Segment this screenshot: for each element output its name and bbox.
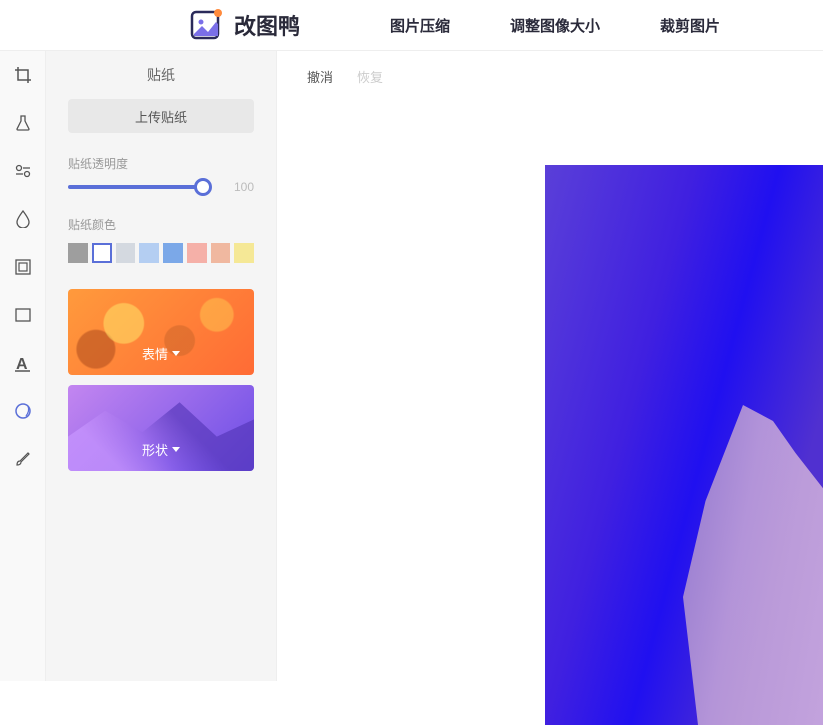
color-label: 贴纸颜色 — [68, 216, 254, 233]
chevron-down-icon — [172, 351, 180, 356]
image-subject — [683, 405, 823, 725]
swatch-lightblue[interactable] — [139, 243, 159, 263]
main: A 贴纸 上传贴纸 贴纸透明度 100 贴纸颜色 — [0, 51, 823, 681]
logo[interactable]: 改图鸭 — [190, 8, 300, 42]
category-emoji-label: 表情 — [142, 344, 180, 363]
swatch-white[interactable] — [92, 243, 112, 263]
opacity-control: 100 — [68, 180, 254, 194]
category-emoji[interactable]: 表情 — [68, 289, 254, 375]
sticker-icon[interactable] — [13, 401, 33, 421]
adjust-icon[interactable] — [13, 161, 33, 181]
category-shape-label: 形状 — [142, 440, 180, 459]
chevron-down-icon — [172, 447, 180, 452]
swatch-yellow[interactable] — [234, 243, 254, 263]
opacity-value: 100 — [218, 180, 254, 194]
upload-sticker-button[interactable]: 上传贴纸 — [68, 99, 254, 133]
nav-resize[interactable]: 调整图像大小 — [510, 15, 600, 36]
crop-icon[interactable] — [13, 65, 33, 85]
category-emoji-text: 表情 — [142, 344, 168, 363]
canvas-image[interactable] — [545, 165, 823, 725]
flask-icon[interactable] — [13, 113, 33, 133]
swatch-lightgray[interactable] — [116, 243, 136, 263]
brush-icon[interactable] — [13, 449, 33, 469]
nav-crop[interactable]: 裁剪图片 — [660, 15, 720, 36]
swatch-pink[interactable] — [187, 243, 207, 263]
drop-icon[interactable] — [13, 209, 33, 229]
text-icon[interactable]: A — [13, 353, 33, 373]
undo-button[interactable]: 撤消 — [307, 67, 333, 86]
nav-items: 图片压缩 调整图像大小 裁剪图片 — [390, 15, 720, 36]
frame-icon[interactable] — [13, 257, 33, 277]
canvas-toolbar: 撤消 恢复 — [277, 51, 823, 102]
category-shape-text: 形状 — [142, 440, 168, 459]
swatch-gray[interactable] — [68, 243, 88, 263]
header: 改图鸭 图片压缩 调整图像大小 裁剪图片 — [0, 0, 823, 51]
opacity-slider[interactable] — [68, 185, 206, 189]
canvas-area: 撤消 恢复 — [277, 51, 823, 681]
opacity-slider-thumb[interactable] — [194, 178, 212, 196]
category-shape[interactable]: 形状 — [68, 385, 254, 471]
sticker-panel: 贴纸 上传贴纸 贴纸透明度 100 贴纸颜色 — [46, 51, 277, 681]
logo-icon — [190, 8, 224, 42]
toolbar: A — [0, 51, 46, 681]
swatch-peach[interactable] — [211, 243, 231, 263]
nav-compress[interactable]: 图片压缩 — [390, 15, 450, 36]
redo-button[interactable]: 恢复 — [357, 67, 383, 86]
svg-text:A: A — [16, 356, 28, 372]
panel-title: 贴纸 — [46, 51, 276, 99]
swatch-blue[interactable] — [163, 243, 183, 263]
color-swatches — [68, 243, 254, 263]
logo-text: 改图鸭 — [234, 9, 300, 41]
opacity-label: 贴纸透明度 — [68, 155, 254, 172]
rect-icon[interactable] — [13, 305, 33, 325]
